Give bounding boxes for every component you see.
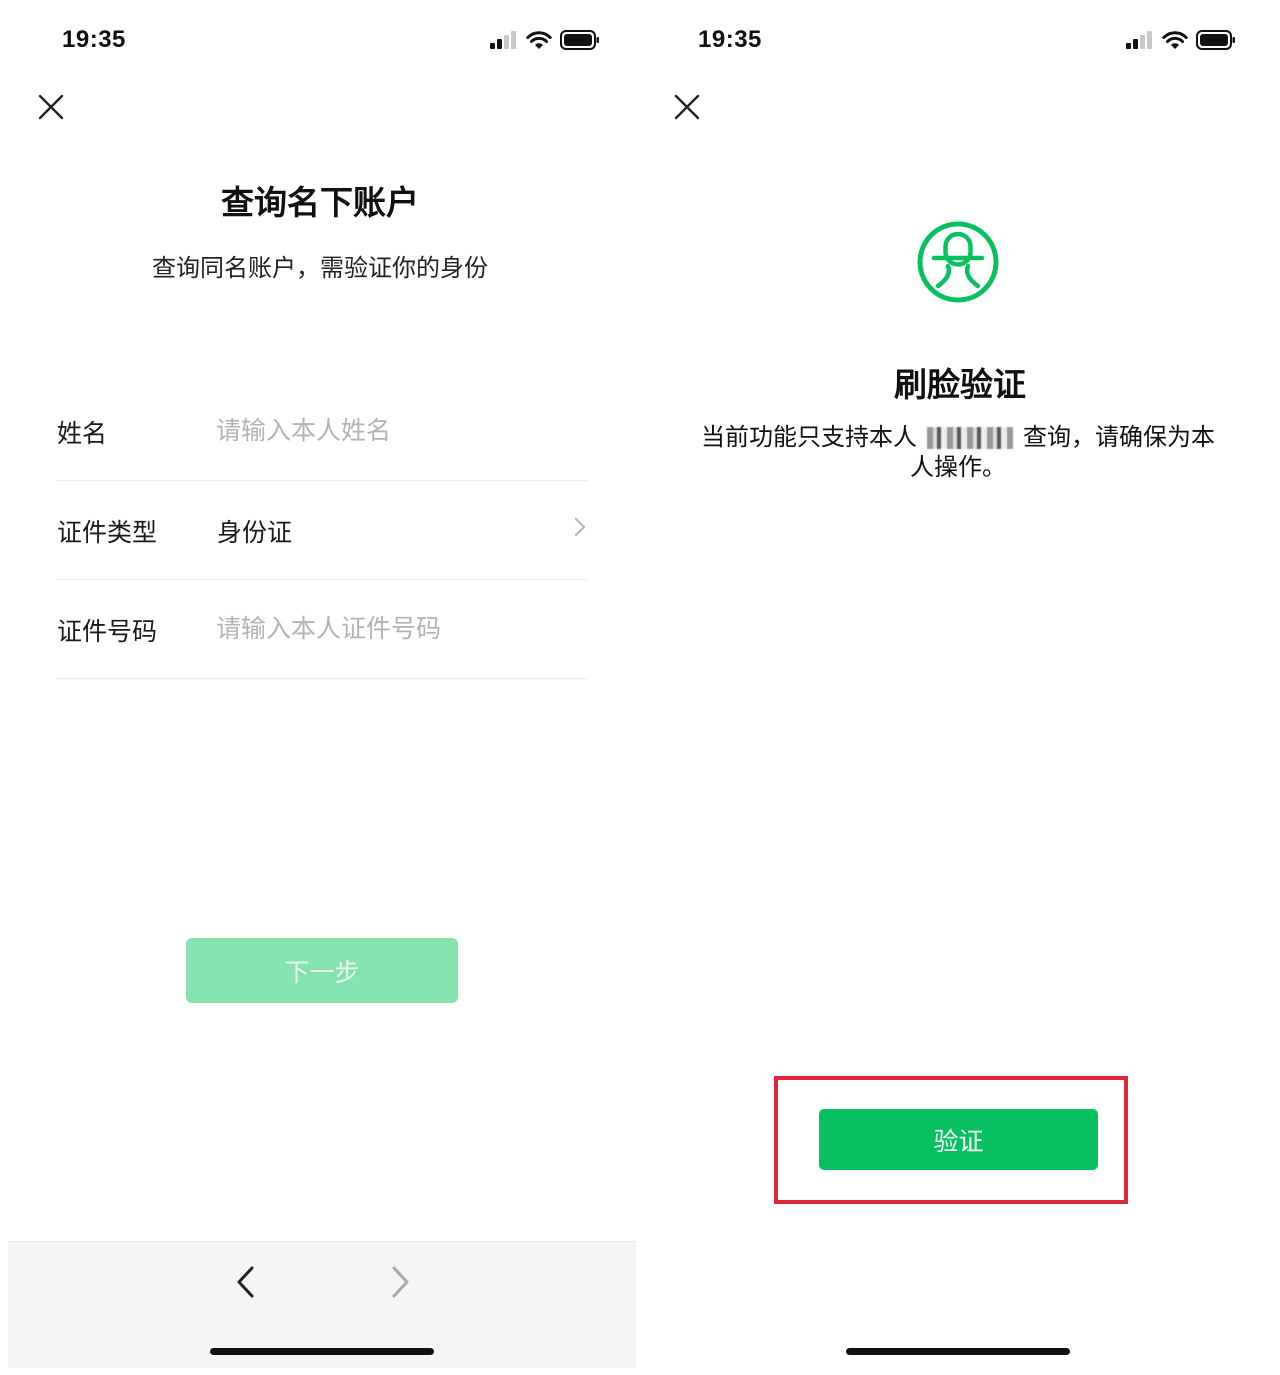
chevron-right-icon bbox=[574, 517, 586, 537]
battery-icon bbox=[1196, 30, 1235, 50]
battery-icon bbox=[560, 30, 599, 50]
name-label: 姓名 bbox=[57, 419, 108, 448]
name-input[interactable] bbox=[216, 408, 556, 452]
id-number-row: 证件号码 bbox=[56, 580, 588, 679]
page-title: 查询名下账户 bbox=[221, 183, 419, 222]
forward-arrow-icon[interactable] bbox=[384, 1264, 414, 1300]
close-icon[interactable] bbox=[672, 92, 702, 122]
close-icon[interactable] bbox=[36, 92, 66, 122]
signal-icon bbox=[490, 31, 516, 49]
face-verification-title: 刷脸验证 bbox=[894, 365, 1026, 404]
home-indicator[interactable] bbox=[846, 1348, 1070, 1355]
verify-button[interactable]: 验证 bbox=[819, 1109, 1098, 1170]
face-verification-icon bbox=[917, 221, 999, 303]
id-number-label: 证件号码 bbox=[57, 617, 158, 646]
id-type-row[interactable]: 证件类型 身份证 bbox=[56, 481, 588, 580]
id-type-label: 证件类型 bbox=[57, 518, 158, 547]
status-time: 19:35 bbox=[62, 26, 126, 53]
face-verification-description: 当前功能只支持本人 查询，请确保为本人操作。 bbox=[698, 422, 1218, 482]
redacted-text bbox=[927, 427, 1013, 449]
status-icons bbox=[1126, 30, 1236, 50]
name-row: 姓名 bbox=[56, 382, 588, 481]
id-number-input[interactable] bbox=[216, 606, 556, 650]
identity-form: 姓名 证件类型 身份证 证件号码 bbox=[56, 382, 588, 679]
description-start: 当前功能只支持本人 bbox=[701, 423, 917, 451]
id-type-value: 身份证 bbox=[217, 518, 293, 547]
face-verification-screen: 19:35 刷脸验证 当前功能只支持本人 查询，请确保为本人操作。 验证 bbox=[640, 0, 1280, 1375]
wifi-icon bbox=[526, 31, 552, 49]
status-time: 19:35 bbox=[698, 26, 762, 53]
home-indicator[interactable] bbox=[210, 1348, 434, 1355]
status-icons bbox=[490, 30, 600, 50]
wifi-icon bbox=[1162, 31, 1188, 49]
back-arrow-icon[interactable] bbox=[232, 1264, 262, 1300]
account-query-screen: 19:35 查询名下账户 查询同名账户，需验证你的身份 姓名 证件类型 bbox=[0, 0, 640, 1375]
next-step-button[interactable]: 下一步 bbox=[186, 938, 458, 1003]
signal-icon bbox=[1126, 31, 1152, 49]
page-subtitle: 查询同名账户，需验证你的身份 bbox=[152, 254, 488, 282]
